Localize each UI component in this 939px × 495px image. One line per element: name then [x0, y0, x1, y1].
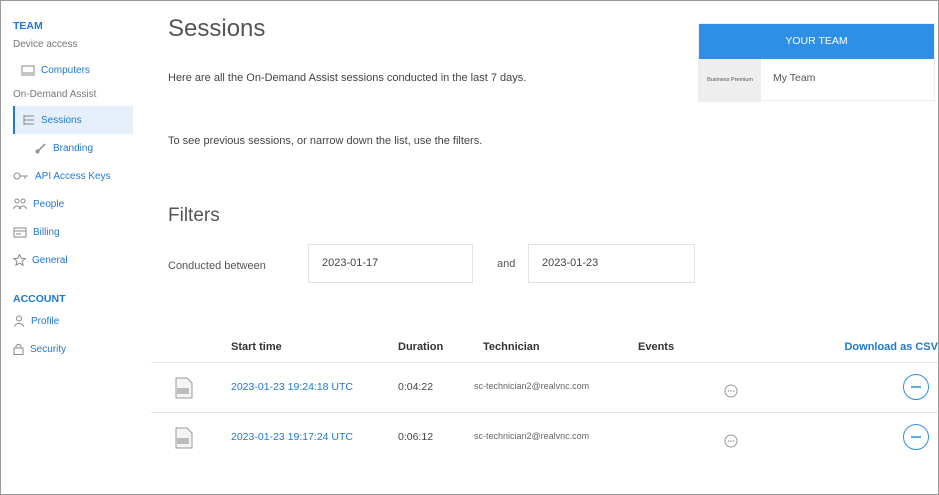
sidebar-item-people[interactable]: People: [1, 190, 151, 218]
row-actions-button[interactable]: [903, 424, 929, 450]
sidebar: TEAM Device access Computers On-Demand A…: [1, 1, 151, 494]
ellipsis-icon: [911, 436, 921, 438]
table-row: 2023-01-23 19:24:18 UTC 0:04:22 sc-techn…: [151, 362, 938, 412]
sidebar-item-general[interactable]: General: [1, 246, 151, 274]
file-icon: [175, 427, 193, 454]
sidebar-item-label: Billing: [33, 226, 60, 238]
chat-icon[interactable]: [724, 434, 738, 453]
session-duration: 0:04:22: [398, 381, 434, 393]
plan-badge: Business Premium: [699, 59, 761, 102]
column-header-start-time[interactable]: Start time: [231, 341, 282, 353]
session-start-link[interactable]: 2023-01-23 19:24:18 UTC: [231, 381, 353, 393]
brush-icon: [35, 142, 47, 154]
session-duration: 0:06:12: [398, 431, 434, 443]
sidebar-item-label: Profile: [31, 315, 60, 327]
session-technician: sc-technician2@realvnc.com: [474, 431, 590, 441]
star-icon: [13, 254, 26, 266]
sidebar-item-label: People: [33, 198, 65, 210]
team-panel: YOUR TEAM Business Premium My Team: [698, 23, 935, 102]
sidebar-section-team: TEAM: [13, 20, 43, 32]
lock-icon: [13, 343, 24, 355]
billing-icon: [13, 227, 27, 238]
filters-hint: To see previous sessions, or narrow down…: [168, 135, 483, 147]
sidebar-item-label: Computers: [41, 64, 90, 76]
chat-icon[interactable]: [724, 384, 738, 403]
page-title: Sessions: [168, 15, 266, 42]
sidebar-item-label: API Access Keys: [35, 170, 111, 182]
filters-heading: Filters: [168, 205, 220, 226]
team-panel-header: YOUR TEAM: [699, 24, 934, 59]
sidebar-item-security[interactable]: Security: [1, 335, 151, 363]
date-to-input[interactable]: 2023-01-23: [528, 244, 695, 283]
sidebar-item-billing[interactable]: Billing: [1, 218, 151, 246]
sidebar-item-sessions[interactable]: Sessions: [13, 106, 133, 134]
sessions-description: Here are all the On-Demand Assist sessio…: [168, 72, 527, 84]
file-icon: [175, 377, 193, 404]
sidebar-item-profile[interactable]: Profile: [1, 307, 151, 335]
sidebar-item-computers[interactable]: Computers: [1, 56, 151, 84]
row-actions-button[interactable]: [903, 374, 929, 400]
session-technician: sc-technician2@realvnc.com: [474, 381, 590, 391]
person-icon: [13, 315, 25, 327]
ellipsis-icon: [911, 386, 921, 388]
sidebar-item-label: Branding: [53, 142, 94, 154]
column-header-duration[interactable]: Duration: [398, 341, 443, 353]
conducted-between-label: Conducted between: [168, 260, 266, 272]
sidebar-section-account: ACCOUNT: [13, 293, 66, 305]
team-name: My Team: [773, 72, 816, 84]
and-label: and: [497, 258, 516, 270]
date-from-input[interactable]: 2023-01-17: [308, 244, 473, 283]
sidebar-item-label: Security: [30, 343, 67, 355]
sidebar-item-label: General: [32, 254, 68, 266]
table-row: 2023-01-23 19:17:24 UTC 0:06:12 sc-techn…: [151, 412, 938, 462]
list-icon: [23, 114, 35, 126]
people-icon: [13, 198, 27, 210]
key-icon: [13, 171, 29, 181]
session-start-link[interactable]: 2023-01-23 19:17:24 UTC: [231, 431, 353, 443]
sidebar-item-label: Sessions: [41, 114, 82, 126]
column-header-technician[interactable]: Technician: [483, 341, 540, 353]
sidebar-group-on-demand-assist: On-Demand Assist: [13, 89, 97, 100]
download-csv-link[interactable]: Download as CSV: [844, 341, 938, 353]
sidebar-item-branding[interactable]: Branding: [1, 134, 151, 162]
sidebar-item-api-access-keys[interactable]: API Access Keys: [1, 162, 151, 190]
main-content: Sessions Here are all the On-Demand Assi…: [151, 1, 938, 494]
sidebar-group-device-access: Device access: [13, 39, 78, 50]
monitor-icon: [21, 65, 35, 76]
column-header-events: Events: [638, 341, 675, 353]
